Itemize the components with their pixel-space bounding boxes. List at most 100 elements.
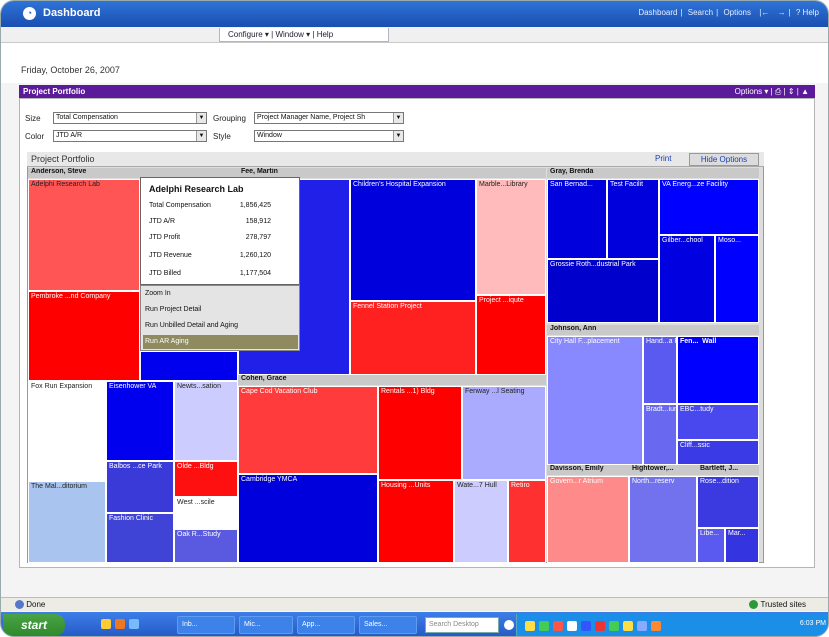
treemap-title: Project Portfolio (31, 154, 95, 164)
quicklaunch-folder-icon[interactable] (101, 619, 111, 629)
treemap-cell-hand[interactable]: Hand...a Park (643, 336, 677, 404)
tray-icon[interactable] (651, 621, 661, 631)
size-select[interactable]: Total Compensation ▼ (53, 112, 207, 124)
print-link[interactable]: Print (655, 154, 671, 163)
nav-search[interactable]: Search (688, 8, 713, 17)
treemap-cell-moso[interactable]: Moso... (715, 235, 759, 323)
check-icon (749, 600, 759, 610)
treemap-cell-project[interactable]: Project ...iqute (476, 295, 546, 375)
tray-icon[interactable] (623, 621, 633, 631)
treemap-cell-olde[interactable]: Olde ...Bldg (174, 461, 238, 497)
menu-bar: Configure ▾ | Window ▾ | Help (1, 27, 828, 43)
menu-item-run-ar-aging[interactable]: Run AR Aging (143, 335, 298, 349)
menu-item-run-project-detail[interactable]: Run Project Detail (143, 303, 298, 317)
treemap-cell-cambridge[interactable]: Cambridge YMCA (238, 474, 378, 563)
treemap-cell-mar[interactable]: Mar... (725, 528, 759, 563)
chevron-down-icon[interactable]: ▼ (196, 131, 206, 141)
date-bar: Friday, October 26, 2007 (1, 43, 828, 83)
taskbar-button-inbox[interactable]: Inb... (177, 616, 235, 634)
color-select[interactable]: JTD A/R ▼ (53, 130, 207, 142)
menu-window[interactable]: Window ▾ (275, 30, 310, 39)
treemap-cell-capecod[interactable]: Cape Cod Vacation Club (238, 386, 378, 474)
treemap-cell-fennel[interactable]: Fennel Station Project (350, 301, 476, 375)
treemap-cell-eisenhower[interactable]: Eisenhower VA (106, 381, 174, 461)
size-label: Size (25, 114, 41, 123)
tray-icon[interactable] (637, 621, 647, 631)
taskbar-button-mic[interactable]: Mic... (239, 616, 293, 634)
current-date: Friday, October 26, 2007 (21, 65, 120, 75)
treemap-cell-vaenerg[interactable]: VA Energ...ze Facility (659, 179, 759, 235)
treemap-cell-libe[interactable]: Libe... (697, 528, 725, 563)
grouping-label: Grouping (213, 114, 246, 123)
treemap-cell-anderson-blue[interactable] (140, 351, 238, 381)
hide-options-button[interactable]: Hide Options (689, 153, 759, 166)
group-header-hightower: Hightower,... (629, 465, 697, 475)
tray-icon[interactable] (595, 621, 605, 631)
taskbar-button-app[interactable]: App... (297, 616, 355, 634)
chevron-down-icon[interactable]: ▼ (196, 113, 206, 123)
style-select[interactable]: Window ▼ (254, 130, 404, 142)
treemap-cell-bradt[interactable]: Bradt...ium (643, 404, 677, 465)
group-header-bartlett: Bartlett, J... (697, 465, 759, 475)
treemap-cell-retiro[interactable]: Retiro (508, 480, 546, 563)
tray-icon[interactable] (539, 621, 549, 631)
treemap-cell-west[interactable]: West ...scile (174, 497, 238, 529)
system-tray: 6:03 PM (516, 614, 828, 636)
treemap-cell-pembroke[interactable]: Pembroke ...nd Company (28, 291, 140, 381)
treemap-cell-gilber[interactable]: Gilber...chool (659, 235, 715, 323)
treemap-cell-malauditorium[interactable]: The Mal...ditorium (28, 481, 106, 563)
status-bar: Done Trusted sites (1, 597, 828, 611)
nav-forward[interactable]: → (778, 8, 786, 17)
tooltip-row: JTD Revenue 1,260,120 (149, 252, 271, 259)
taskbar-button-sales[interactable]: Sales... (359, 616, 417, 634)
start-button[interactable]: start (3, 614, 65, 636)
treemap-cell-marble[interactable]: Marble...Library (476, 179, 546, 295)
app-icon: ◔ (23, 7, 36, 20)
tray-icon[interactable] (567, 621, 577, 631)
tray-icon[interactable] (609, 621, 619, 631)
menu-item-run-unbilled[interactable]: Run Unbilled Detail and Aging (143, 319, 298, 333)
grouping-select[interactable]: Project Manager Name, Project Sh ▼ (254, 112, 404, 124)
treemap-cell-housing[interactable]: Housing ...Units (378, 480, 454, 563)
treemap-cell-cityhall[interactable]: City Hall F...placement (547, 336, 643, 465)
treemap-cell-rentals[interactable]: Rentals ...1) Bldg (378, 386, 462, 480)
treemap-cell-childrens[interactable]: Children's Hospital Expansion (350, 179, 476, 301)
panel-options[interactable]: Options ▾ | ⎙ | ⇕ | ▲ (735, 87, 809, 97)
treemap-cell-north[interactable]: North...reserv (629, 476, 697, 563)
menu-configure[interactable]: Configure ▾ (228, 30, 269, 39)
treemap-cell-ebc[interactable]: EBC...tudy (677, 404, 759, 440)
chevron-down-icon[interactable]: ▼ (393, 131, 403, 141)
tray-icon[interactable] (581, 621, 591, 631)
treemap-cell-govern[interactable]: Govern...r Atrium (547, 476, 629, 563)
treemap-cell-newts[interactable]: Newts...sation (174, 381, 238, 461)
tooltip-row: JTD A/R 158,912 (149, 218, 271, 225)
chevron-down-icon[interactable]: ▼ (393, 113, 403, 123)
group-header-davisson: Davisson, Emily (547, 465, 629, 475)
nav-help[interactable]: ? Help (796, 8, 819, 17)
nav-back[interactable]: |← (759, 8, 769, 17)
treemap-cell-cliff[interactable]: Cliff...ssic (677, 440, 759, 465)
desktop-search-input[interactable]: Search Desktop (425, 617, 499, 633)
nav-dashboard[interactable]: Dashboard (638, 8, 677, 17)
treemap-cell-rose[interactable]: Rose...dition (697, 476, 759, 528)
treemap-cell-wate[interactable]: Wate...7 Hull (454, 480, 508, 563)
tray-icon[interactable] (525, 621, 535, 631)
search-icon[interactable] (504, 620, 514, 630)
treemap-cell-testfacil[interactable]: Test Facilit (607, 179, 659, 259)
menu-item-zoom-in[interactable]: Zoom In (143, 287, 298, 301)
treemap-cell-adelphi[interactable]: Adelphi Research Lab (28, 179, 140, 291)
treemap-cell-sanbernad[interactable]: San Bernad... (547, 179, 607, 259)
nav-options[interactable]: Options (723, 8, 751, 17)
treemap-cell-grossie[interactable]: Grossie Roth...dustrial Park (547, 259, 659, 323)
treemap-header: Project Portfolio Print (27, 152, 764, 167)
treemap-cell-fenway[interactable]: Fenway ...l Seating (462, 386, 546, 480)
treemap-cell-fashion[interactable]: Fashion Clinic (106, 513, 174, 563)
quicklaunch-desktop-icon[interactable] (129, 619, 139, 629)
menu-help[interactable]: Help (317, 30, 333, 39)
treemap-cell-foxrun[interactable]: Fox Run Expansion (28, 381, 106, 481)
treemap-cell-fen-wall[interactable]: Fen... Wall (677, 336, 759, 404)
treemap-cell-balbos[interactable]: Balbos ...ce Park (106, 461, 174, 513)
quicklaunch-browser-icon[interactable] (115, 619, 125, 629)
tray-icon[interactable] (553, 621, 563, 631)
treemap-cell-oak[interactable]: Oak R...Study (174, 529, 238, 563)
